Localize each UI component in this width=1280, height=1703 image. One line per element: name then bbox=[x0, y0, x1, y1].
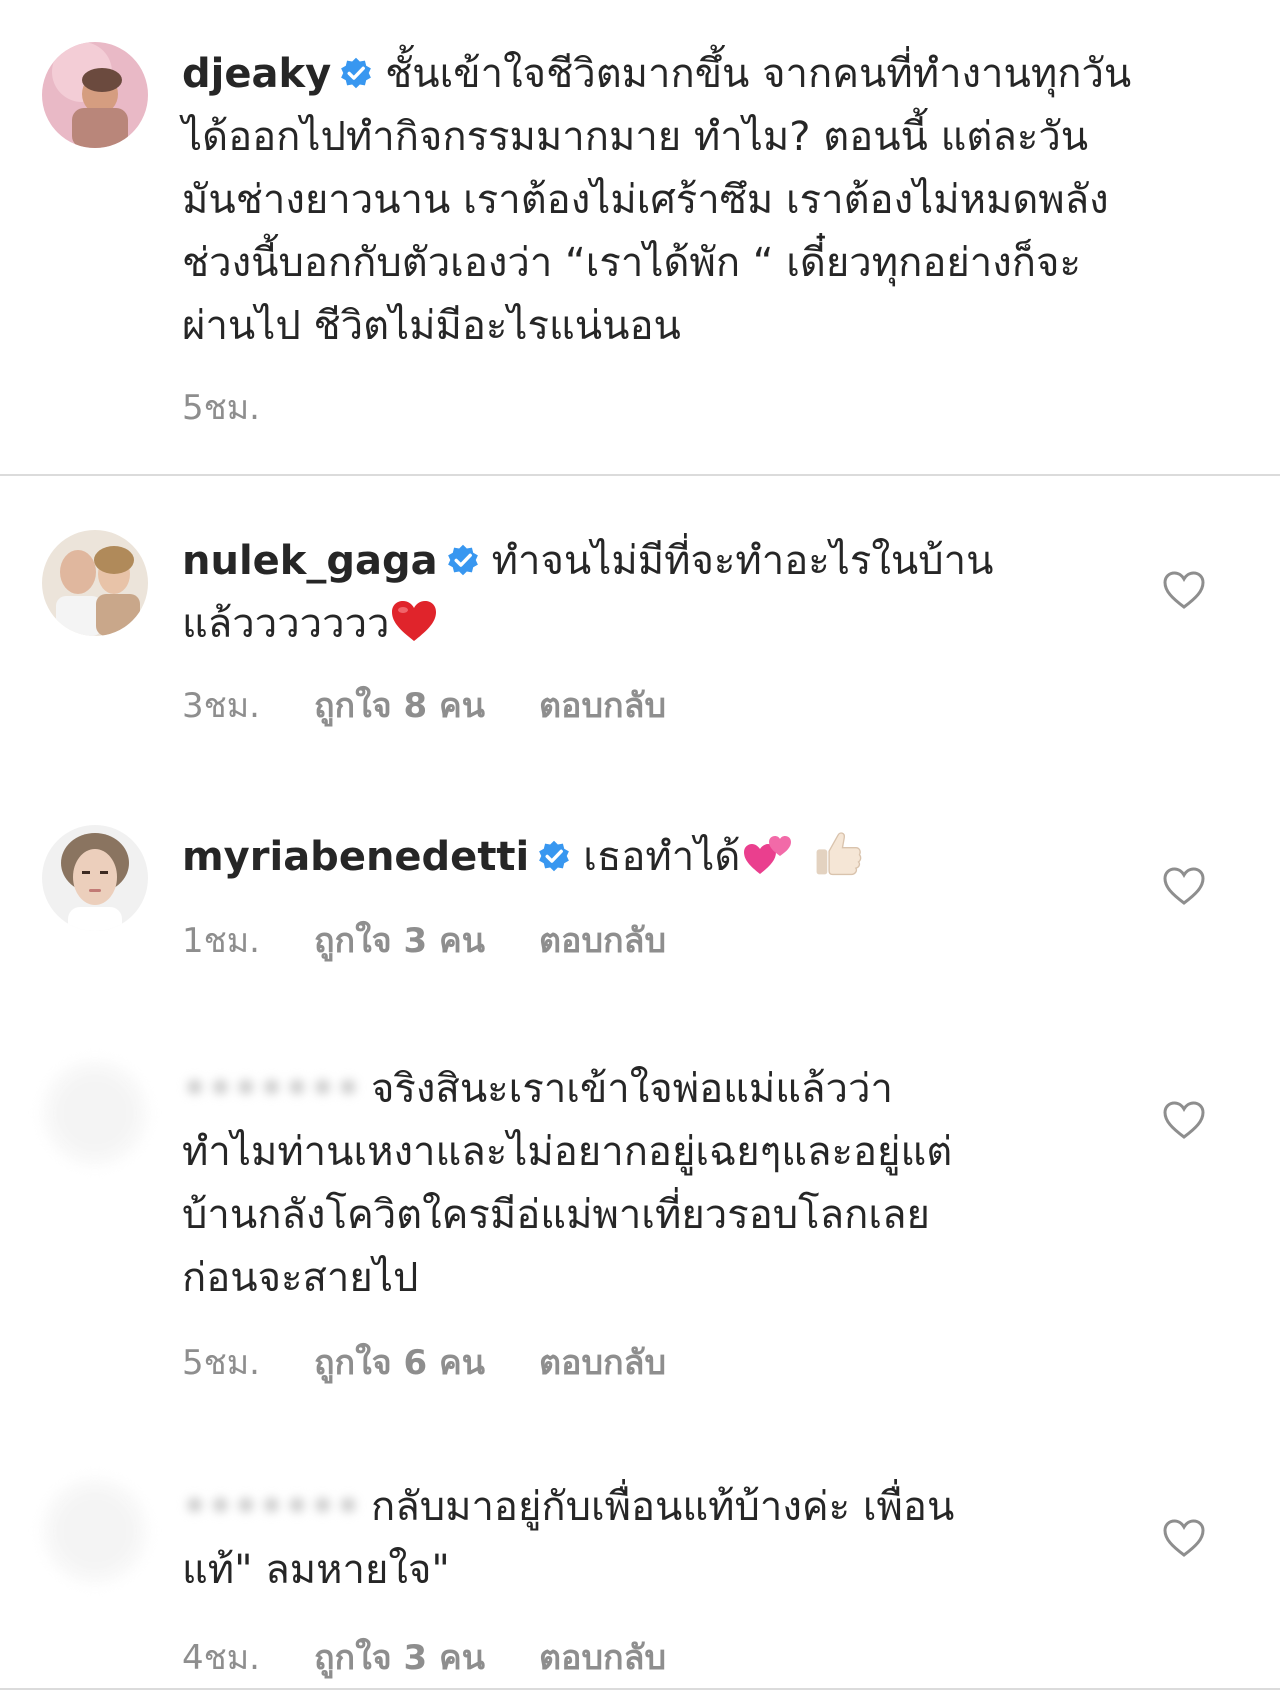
username-hidden[interactable]: ••••••• bbox=[182, 1484, 361, 1530]
comment-time: 4ชม. bbox=[182, 1638, 260, 1678]
like-heart-icon[interactable] bbox=[1162, 570, 1206, 610]
like-heart-icon[interactable] bbox=[1162, 866, 1206, 906]
reply-button[interactable]: ตอบกลับ bbox=[539, 1630, 666, 1684]
bottom-divider bbox=[0, 1688, 1280, 1690]
comment-text-line: กลับมาอยู่กับเพื่อนแท้บ้างค่ะ เพื่อน bbox=[370, 1484, 955, 1530]
comment-text-line: ชั้นเข้าใจชีวิตมากขึ้น จากคนที่ทำงานทุกว… bbox=[385, 51, 1132, 97]
likes-count[interactable]: ถูกใจ 3 คน bbox=[314, 913, 485, 967]
avatar-nulek-gaga[interactable] bbox=[42, 530, 148, 636]
comment-text-line: บ้านกลังโควิตใครมีอ่แม่พาเที่ยวรอบโลกเลย bbox=[182, 1192, 930, 1238]
verified-badge-icon bbox=[341, 57, 372, 89]
comment-time: 1ชม. bbox=[182, 921, 260, 961]
red-heart-icon bbox=[391, 601, 436, 641]
avatar-djeaky[interactable] bbox=[42, 42, 148, 148]
avatar-photo bbox=[42, 825, 148, 931]
comment-time: 3ชม. bbox=[182, 686, 260, 726]
avatar-blurred[interactable] bbox=[42, 1060, 148, 1166]
divider bbox=[0, 474, 1280, 476]
username-myriabenedetti[interactable]: myriabenedetti bbox=[182, 834, 529, 880]
comment-text-line: ได้ออกไปทำกิจกรรมมากมาย ทำไม? ตอนนี้ แต่… bbox=[182, 114, 1089, 160]
comment-text-line: ช่วงนี้บอกกับตัวเองว่า “เราได้พัก “ เดี๋… bbox=[182, 240, 1081, 286]
username-djeaky[interactable]: djeaky bbox=[182, 51, 331, 97]
reply-button[interactable]: ตอบกลับ bbox=[539, 678, 666, 732]
likes-count[interactable]: ถูกใจ 3 คน bbox=[314, 1630, 485, 1684]
verified-badge-icon bbox=[539, 840, 570, 872]
reply-button[interactable]: ตอบกลับ bbox=[539, 1335, 666, 1389]
like-heart-icon[interactable] bbox=[1162, 1518, 1206, 1558]
comment-text-line: จริงสินะเราเข้าใจพ่อแม่แล้วว่า bbox=[370, 1066, 893, 1112]
avatar-photo bbox=[42, 530, 148, 636]
two-hearts-icon bbox=[744, 836, 792, 874]
like-heart-icon[interactable] bbox=[1162, 1100, 1206, 1140]
comment-text-line: ก่อนจะสายไป bbox=[182, 1255, 419, 1301]
username-nulek-gaga[interactable]: nulek_gaga bbox=[182, 538, 438, 584]
likes-count[interactable]: ถูกใจ 6 คน bbox=[314, 1335, 485, 1389]
comment-text-line: มันช่างยาวนาน เราต้องไม่เศร้าซึม เราต้อง… bbox=[182, 177, 1109, 223]
comment-text-line: เธอทำได้ bbox=[583, 834, 741, 880]
comment-text-line: แท้" ลมหายใจ" bbox=[182, 1547, 450, 1593]
avatar-photo bbox=[42, 1478, 148, 1584]
reply-button[interactable]: ตอบกลับ bbox=[539, 913, 666, 967]
avatar-blurred[interactable] bbox=[42, 1478, 148, 1584]
verified-badge-icon bbox=[447, 544, 478, 576]
username-hidden[interactable]: ••••••• bbox=[182, 1066, 361, 1112]
comment-text-line: ผ่านไป ชีวิตไม่มีอะไรแน่นอน bbox=[182, 303, 681, 349]
comment-time: 5ชม. bbox=[182, 1343, 260, 1383]
avatar-myriabenedetti[interactable] bbox=[42, 825, 148, 931]
avatar-photo bbox=[42, 42, 148, 148]
comment-text-line: ทำไมท่านเหงาและไม่อยากอยู่เฉยๆและอยู่แต่ bbox=[182, 1129, 953, 1175]
thumbs-up-icon bbox=[816, 832, 862, 876]
likes-count[interactable]: ถูกใจ 8 คน bbox=[314, 678, 485, 732]
comment-time: 5ชม. bbox=[182, 388, 260, 428]
avatar-photo bbox=[42, 1060, 148, 1166]
comment-text-line: แล้ววววววว bbox=[182, 601, 390, 647]
comment-text-line: ทำจนไม่มีที่จะทำอะไรในบ้าน bbox=[491, 538, 994, 584]
